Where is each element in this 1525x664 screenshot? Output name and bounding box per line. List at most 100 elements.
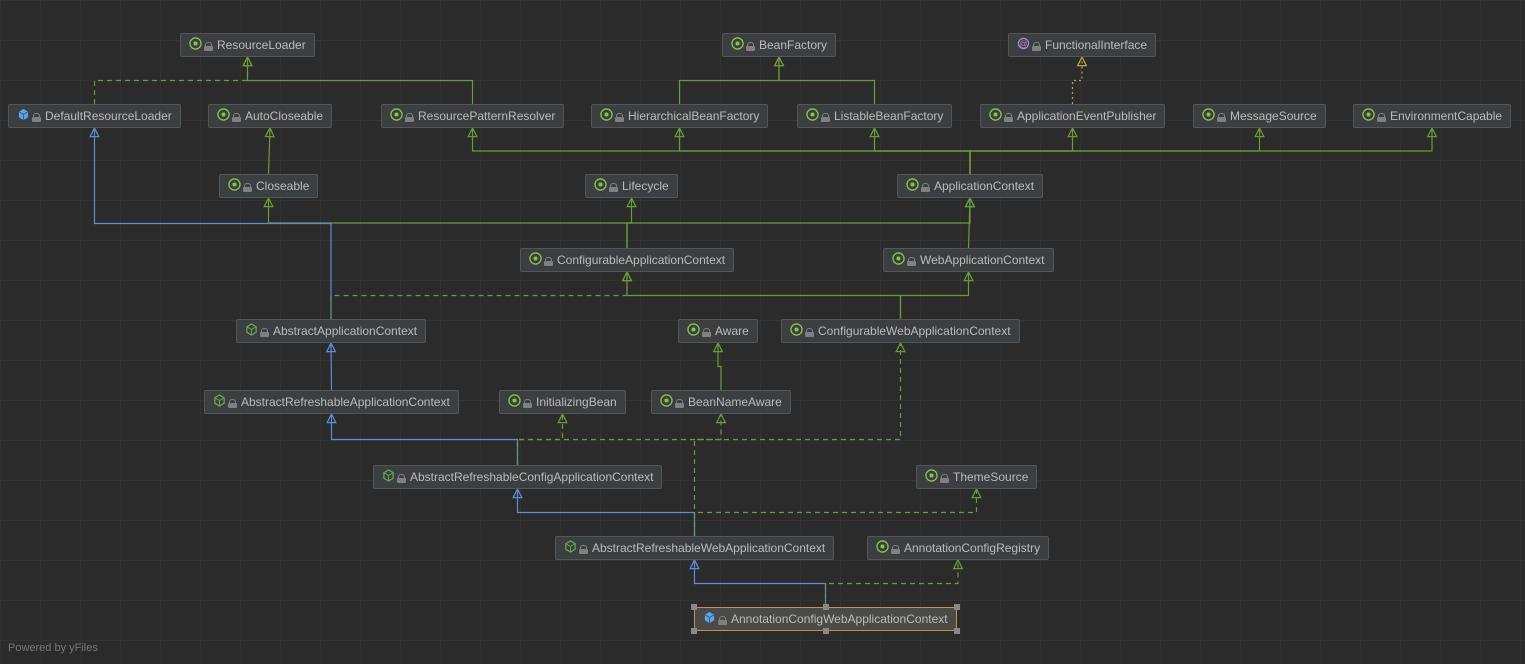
uml-node-AbstractApplicationContext[interactable]: AbstractApplicationContext — [236, 319, 426, 343]
lock-icon — [921, 183, 930, 192]
selection-handle[interactable] — [954, 628, 960, 634]
uml-node-ApplicationEventPublisher[interactable]: ApplicationEventPublisher — [980, 104, 1165, 128]
interface-icon — [217, 108, 230, 124]
edge-ApplicationEventPublisher-to-FunctionalInterface[interactable] — [1073, 57, 1083, 104]
lock-icon — [544, 257, 553, 266]
edge-DefaultResourceLoader-to-ResourceLoader[interactable] — [95, 57, 248, 104]
interface-icon — [1362, 108, 1375, 124]
lock-icon — [228, 399, 237, 408]
edge-ConfigurableApplicationContext-to-Lifecycle[interactable] — [627, 198, 632, 248]
interface-icon — [660, 394, 673, 410]
uml-node-DefaultResourceLoader[interactable]: DefaultResourceLoader — [8, 104, 181, 128]
node-label: AbstractApplicationContext — [273, 324, 417, 338]
abstract-icon — [564, 540, 577, 556]
selection-handle[interactable] — [691, 604, 697, 610]
edge-ApplicationContext-to-ListableBeanFactory[interactable] — [875, 128, 971, 174]
node-label: Lifecycle — [622, 179, 669, 193]
edge-AbstractRefreshableApplicationContext-to-AbstractApplicationContext[interactable] — [331, 343, 332, 390]
lock-icon — [907, 257, 916, 266]
edge-ResourcePatternResolver-to-ResourceLoader[interactable] — [248, 57, 473, 104]
uml-node-ListableBeanFactory[interactable]: ListableBeanFactory — [797, 104, 952, 128]
edge-AbstractRefreshableWebApplicationContext-to-ConfigurableWebApplicationContext[interactable] — [695, 343, 901, 536]
node-label: ThemeSource — [953, 470, 1028, 484]
edge-AbstractRefreshableConfigApplicationContext-to-AbstractRefreshableApplicationContext[interactable] — [332, 414, 518, 465]
interface-icon — [1202, 108, 1215, 124]
edge-AbstractRefreshableConfigApplicationContext-to-BeanNameAware[interactable] — [518, 414, 722, 465]
node-label: WebApplicationContext — [920, 253, 1045, 267]
edge-ApplicationContext-to-EnvironmentCapable[interactable] — [970, 128, 1432, 174]
lock-icon — [32, 113, 41, 122]
edge-AnnotationConfigWebApplicationContext-to-AnnotationConfigRegistry[interactable] — [826, 560, 959, 607]
uml-node-ApplicationContext[interactable]: ApplicationContext — [897, 174, 1043, 198]
edge-ConfigurableApplicationContext-to-ApplicationContext[interactable] — [627, 198, 970, 248]
uml-node-Aware[interactable]: Aware — [678, 319, 758, 343]
uml-node-BeanNameAware[interactable]: BeanNameAware — [651, 390, 791, 414]
uml-node-InitializingBean[interactable]: InitializingBean — [499, 390, 626, 414]
uml-node-AutoCloseable[interactable]: AutoCloseable — [208, 104, 332, 128]
edge-WebApplicationContext-to-ApplicationContext[interactable] — [969, 198, 971, 248]
uml-diagram-canvas[interactable]: ResourceLoader BeanFactory @ FunctionalInte… — [0, 0, 1525, 664]
uml-node-BeanFactory[interactable]: BeanFactory — [722, 33, 836, 57]
selection-handle[interactable] — [954, 604, 960, 610]
lock-icon — [718, 616, 727, 625]
selection-handle[interactable] — [823, 604, 829, 610]
class-icon — [703, 611, 716, 627]
class-icon — [17, 108, 30, 124]
lock-icon — [940, 474, 949, 483]
node-label: AnnotationConfigWebApplicationContext — [731, 612, 948, 626]
uml-node-Closeable[interactable]: Closeable — [219, 174, 318, 198]
interface-icon — [390, 108, 403, 124]
edge-ConfigurableWebApplicationContext-to-WebApplicationContext[interactable] — [901, 272, 969, 319]
node-label: AbstractRefreshableConfigApplicationCont… — [410, 470, 653, 484]
uml-node-FunctionalInterface[interactable]: @ FunctionalInterface — [1008, 33, 1156, 57]
uml-node-ResourcePatternResolver[interactable]: ResourcePatternResolver — [381, 104, 564, 128]
uml-node-ResourceLoader[interactable]: ResourceLoader — [180, 33, 315, 57]
lock-icon — [523, 399, 532, 408]
node-label: FunctionalInterface — [1045, 38, 1147, 52]
edge-AnnotationConfigWebApplicationContext-to-AbstractRefreshableWebApplicationContext[interactable] — [695, 560, 826, 607]
uml-node-WebApplicationContext[interactable]: WebApplicationContext — [883, 248, 1054, 272]
uml-node-AbstractRefreshableConfigApplicationContext[interactable]: AbstractRefreshableConfigApplicationCont… — [373, 465, 662, 489]
uml-node-AbstractRefreshableWebApplicationContext[interactable]: AbstractRefreshableWebApplicationContext — [555, 536, 834, 560]
edge-AbstractRefreshableConfigApplicationContext-to-InitializingBean[interactable] — [518, 414, 563, 465]
uml-node-ConfigurableWebApplicationContext[interactable]: ConfigurableWebApplicationContext — [781, 319, 1020, 343]
uml-node-MessageSource[interactable]: MessageSource — [1193, 104, 1326, 128]
edge-AbstractApplicationContext-to-DefaultResourceLoader[interactable] — [95, 128, 332, 319]
edge-ConfigurableApplicationContext-to-Closeable[interactable] — [269, 198, 628, 248]
uml-node-AbstractRefreshableApplicationContext[interactable]: AbstractRefreshableApplicationContext — [204, 390, 459, 414]
edge-ConfigurableWebApplicationContext-to-ConfigurableApplicationContext[interactable] — [627, 272, 901, 319]
annotation-icon: @ — [1017, 37, 1030, 53]
edge-AbstractApplicationContext-to-ConfigurableApplicationContext[interactable] — [331, 272, 627, 319]
uml-node-AnnotationConfigRegistry[interactable]: AnnotationConfigRegistry — [867, 536, 1049, 560]
selection-handle[interactable] — [823, 628, 829, 634]
selection-handle[interactable] — [691, 628, 697, 634]
edge-AbstractRefreshableWebApplicationContext-to-ThemeSource[interactable] — [695, 489, 977, 536]
node-label: AnnotationConfigRegistry — [904, 541, 1040, 555]
edge-ApplicationContext-to-ApplicationEventPublisher[interactable] — [970, 128, 1073, 174]
node-label: InitializingBean — [536, 395, 617, 409]
lock-icon — [579, 545, 588, 554]
uml-node-Lifecycle[interactable]: Lifecycle — [585, 174, 678, 198]
lock-icon — [746, 42, 755, 51]
edge-HierarchicalBeanFactory-to-BeanFactory[interactable] — [680, 57, 780, 104]
interface-icon — [906, 178, 919, 194]
uml-node-HierarchicalBeanFactory[interactable]: HierarchicalBeanFactory — [591, 104, 768, 128]
node-label: HierarchicalBeanFactory — [628, 109, 759, 123]
node-label: Closeable — [256, 179, 309, 193]
edge-ListableBeanFactory-to-BeanFactory[interactable] — [779, 57, 875, 104]
edge-AbstractRefreshableWebApplicationContext-to-AbstractRefreshableConfigApplicationContext[interactable] — [518, 489, 695, 536]
edge-ApplicationContext-to-MessageSource[interactable] — [970, 128, 1260, 174]
edge-Closeable-to-AutoCloseable[interactable] — [269, 128, 271, 174]
edge-BeanNameAware-to-Aware[interactable] — [718, 343, 721, 390]
edge-ApplicationContext-to-HierarchicalBeanFactory[interactable] — [680, 128, 971, 174]
uml-node-ThemeSource[interactable]: ThemeSource — [916, 465, 1037, 489]
lock-icon — [1217, 113, 1226, 122]
lock-icon — [609, 183, 618, 192]
interface-icon — [925, 469, 938, 485]
interface-icon — [508, 394, 521, 410]
uml-node-ConfigurableApplicationContext[interactable]: ConfigurableApplicationContext — [520, 248, 734, 272]
node-label: DefaultResourceLoader — [45, 109, 172, 123]
uml-node-EnvironmentCapable[interactable]: EnvironmentCapable — [1353, 104, 1511, 128]
abstract-icon — [382, 469, 395, 485]
edge-ApplicationContext-to-ResourcePatternResolver[interactable] — [473, 128, 971, 174]
